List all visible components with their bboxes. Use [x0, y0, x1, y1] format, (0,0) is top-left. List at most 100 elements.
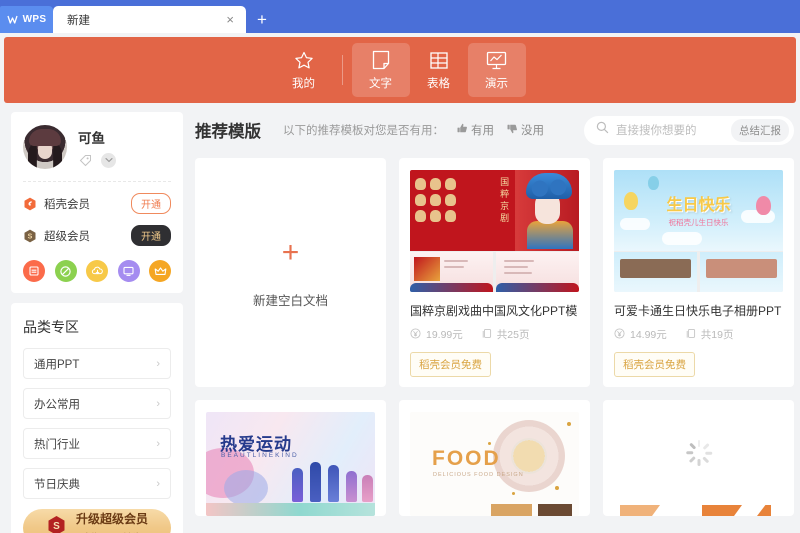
- search-icon: [596, 121, 609, 139]
- main-header: 推荐模版 以下的推荐模板对您是否有用： 有用 没用 直接搜你想要的 总结汇报: [195, 112, 794, 148]
- category-title: 品类专区: [23, 319, 79, 335]
- banner-tab-label: 表格: [427, 77, 450, 90]
- profile-meta: [78, 152, 116, 168]
- membership-row-super: S 超级会员 开通: [23, 225, 171, 246]
- super-vip-badge-icon: S: [46, 515, 67, 533]
- price-icon: [614, 327, 625, 342]
- banner-tab-label: 我的: [292, 77, 315, 90]
- template-pages: 共25页: [496, 329, 530, 341]
- search-box[interactable]: 直接搜你想要的 总结汇报: [584, 115, 794, 145]
- feedback-useless-button[interactable]: 没用: [507, 122, 544, 138]
- new-blank-document-label: 新建空白文档: [252, 294, 328, 308]
- banner-tab-label: 文字: [369, 78, 392, 90]
- category-item-office-common[interactable]: 办公常用 ›: [23, 388, 171, 419]
- thumbs-down-icon: [507, 123, 518, 137]
- membership-name: 超级会员: [44, 230, 90, 243]
- upgrade-super-vip-button[interactable]: S 升级超级会员 （赠15天时长）: [23, 509, 171, 533]
- template-card[interactable]: 热爱运动 BEAUTLINEKIND: [195, 400, 386, 516]
- template-thumbnail: FOOD DELICIOUS FOOD DESIGN: [410, 412, 579, 516]
- category-item-festival[interactable]: 节日庆典 ›: [23, 468, 171, 499]
- title-bar: WPS 新建 × +: [0, 0, 800, 33]
- template-price: 19.99元: [426, 329, 463, 341]
- chevron-down-icon[interactable]: [101, 152, 116, 168]
- template-grid-row2: 热爱运动 BEAUTLINEKIND FOOD DELICIOUS FOOD D…: [195, 400, 794, 516]
- pages-icon: [686, 328, 696, 342]
- template-free-badge: 稻壳会员免费: [614, 352, 695, 377]
- thumbs-up-icon: [457, 123, 468, 137]
- template-card[interactable]: FOOD DELICIOUS FOOD DESIGN: [399, 400, 590, 516]
- banner-tab-spreadsheet[interactable]: 表格: [410, 43, 468, 97]
- avatar[interactable]: [23, 125, 67, 169]
- body-container: 可鱼 稻壳会员 开通 S 超级会员 开通 品类专区 通用PPT › 办公常用 ›…: [0, 103, 800, 533]
- category-banner: 我的 文字 表格 演示: [4, 37, 796, 103]
- banner-divider: [341, 55, 343, 85]
- banner-tab-label: 演示: [485, 77, 508, 90]
- docer-badge-icon: [23, 197, 37, 211]
- svg-text:S: S: [28, 233, 33, 240]
- pages-icon: [482, 328, 492, 342]
- activate-super-button[interactable]: 开通: [131, 225, 171, 246]
- no-ads-icon[interactable]: [54, 260, 77, 282]
- wps-mark-icon: [7, 15, 20, 25]
- new-tab-button[interactable]: +: [257, 11, 267, 28]
- loading-spinner-icon: [685, 440, 712, 466]
- template-name: 国粹京剧戏曲中国风文化PPT模: [410, 304, 578, 318]
- sidebar: 可鱼 稻壳会员 开通 S 超级会员 开通 品类专区 通用PPT › 办公常用 ›…: [11, 112, 183, 533]
- template-price: 14.99元: [630, 329, 667, 341]
- main-content: 推荐模版 以下的推荐模板对您是否有用： 有用 没用 直接搜你想要的 总结汇报 +…: [195, 112, 800, 533]
- category-item-label: 节日庆典: [34, 478, 80, 491]
- thumbnail-subtitle: BEAUTLINEKIND: [221, 452, 299, 459]
- chevron-right-icon: ›: [156, 437, 160, 450]
- new-blank-document-card[interactable]: + 新建空白文档: [195, 158, 386, 387]
- membership-row-docer: 稻壳会员 开通: [23, 193, 171, 214]
- feedback-bar: 以下的推荐模板对您是否有用： 有用 没用: [283, 122, 544, 138]
- feedback-useless-label: 没用: [521, 125, 544, 137]
- template-free-badge: 稻壳会员免费: [410, 352, 491, 377]
- price-icon: [410, 327, 421, 342]
- template-grid: + 新建空白文档 国粹京剧 国粹京剧戏曲中国风文化PPT模 19.99元 共25…: [195, 158, 794, 387]
- svg-text:S: S: [53, 521, 60, 532]
- user-profile-card: 可鱼 稻壳会员 开通 S 超级会员 开通: [11, 112, 183, 293]
- banner-tab-writer[interactable]: 文字: [351, 43, 410, 97]
- template-meta: 19.99元 共25页: [410, 327, 579, 342]
- category-item-label: 办公常用: [34, 398, 80, 411]
- template-meta: 14.99元 共19页: [614, 327, 783, 342]
- super-vip-badge-icon: S: [23, 229, 37, 243]
- category-item-hot-industry[interactable]: 热门行业 ›: [23, 428, 171, 459]
- document-tab[interactable]: 新建 ×: [53, 6, 246, 33]
- chevron-right-icon: ›: [156, 357, 160, 370]
- category-item-general-ppt[interactable]: 通用PPT ›: [23, 348, 171, 379]
- template-thumbnail: 生日快乐 祝稻壳儿生日快乐: [614, 170, 783, 292]
- close-icon[interactable]: ×: [223, 11, 237, 28]
- crown-icon[interactable]: [149, 260, 171, 282]
- banner-tab-presentation[interactable]: 演示: [467, 43, 526, 97]
- feedback-useful-button[interactable]: 有用: [457, 122, 494, 138]
- loading-thumbnail: [614, 412, 783, 516]
- cloud-download-icon[interactable]: [86, 260, 108, 282]
- profile-header[interactable]: 可鱼: [23, 125, 171, 182]
- chevron-right-icon: ›: [156, 477, 160, 490]
- category-item-label: 通用PPT: [34, 358, 80, 371]
- search-tag-summary-report[interactable]: 总结汇报: [731, 118, 789, 142]
- monitor-icon[interactable]: [117, 260, 140, 282]
- template-card[interactable]: 生日快乐 祝稻壳儿生日快乐 可爱卡通生日快乐电子相册PPT 14.99元 共19…: [603, 158, 794, 387]
- banner-tab-mine[interactable]: 我的: [275, 43, 333, 97]
- activate-docer-button[interactable]: 开通: [131, 193, 171, 214]
- template-card-loading[interactable]: [603, 400, 794, 516]
- feedback-useful-label: 有用: [471, 125, 494, 137]
- template-thumbnail: 热爱运动 BEAUTLINEKIND: [206, 412, 375, 516]
- template-thumbnail: 国粹京剧: [410, 170, 579, 292]
- presentation-icon: [485, 50, 508, 71]
- search-input[interactable]: 直接搜你想要的: [616, 122, 731, 138]
- wps-logo-text: WPS: [22, 14, 47, 25]
- tag-icon[interactable]: [78, 153, 93, 168]
- document-icon[interactable]: [23, 260, 45, 282]
- quick-icons-row: [23, 260, 171, 282]
- thumbnail-title: FOOD: [432, 447, 501, 470]
- username: 可鱼: [78, 130, 105, 146]
- star-icon: [293, 50, 315, 71]
- wps-logo-button[interactable]: WPS: [0, 6, 53, 33]
- banner-container: 我的 文字 表格 演示: [0, 33, 800, 103]
- template-card[interactable]: 国粹京剧 国粹京剧戏曲中国风文化PPT模 19.99元 共25页 稻壳会员免费: [399, 158, 590, 387]
- feedback-question: 以下的推荐模板对您是否有用：: [283, 125, 444, 137]
